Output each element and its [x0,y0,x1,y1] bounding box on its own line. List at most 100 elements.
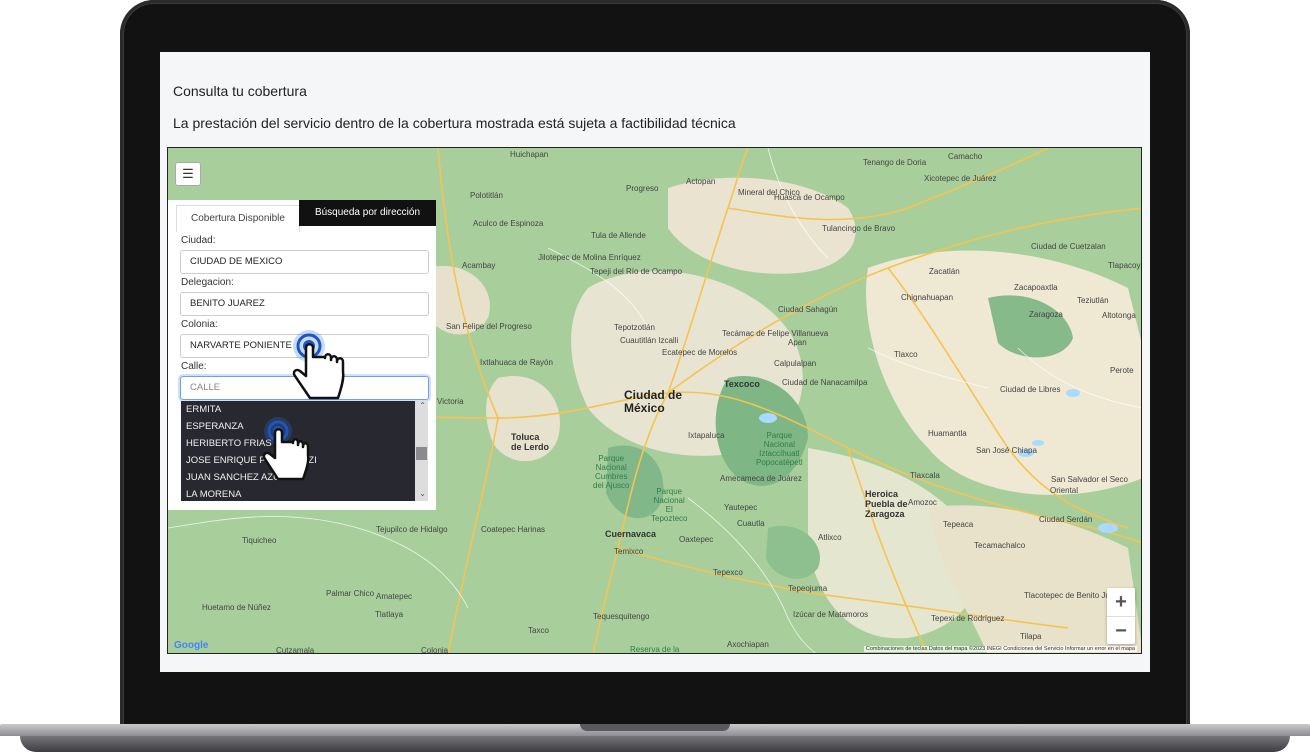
map-label: Tepeaca [943,520,974,529]
delegacion-field[interactable]: BENITO JUAREZ [180,292,429,316]
map-label-park-ajusco: Parque Nacional Cumbres del Ajusco [593,454,630,490]
coverage-map[interactable]: Huichapan Progreso Actopan Mineral del C… [167,147,1142,654]
map-label: San Salvador el Seco [1051,475,1128,484]
map-zoom-control: + − [1107,588,1135,644]
map-label-toluca: Toluca de Lerdo [511,432,550,452]
map-label: Ciudad de Libres [1000,385,1061,394]
ciudad-label: Ciudad: [181,235,216,246]
map-label: Tepeojuma [788,584,828,593]
map-label-park-tepozteco: Parque Nacional El Tepozteco [651,487,688,523]
map-label: Yautepec [724,503,758,512]
map-label-cdmx: Ciudad de México [624,388,683,415]
map-label: Amecameca de Juárez [720,474,802,483]
map-attribution[interactable]: Combinaciones de teclas Datos del mapa ©… [863,646,1137,652]
map-label: Ecatepec de Morelos [662,348,738,357]
map-label: Jilotepec de Molina Enríquez [538,253,641,262]
zoom-out-button[interactable]: − [1107,616,1135,645]
map-label: Amozoc [908,498,937,507]
google-logo: Google [174,640,209,651]
map-label: Zacatlán [929,267,960,276]
map-label: Huasca de Ocampo [774,193,845,202]
map-label: Teziutlán [1077,296,1109,305]
map-label: Xicotepec de Juárez [924,174,997,183]
map-label: Atlixco [818,533,842,542]
map-label: Tula de Allende [591,231,646,240]
zoom-in-button[interactable]: + [1107,588,1135,616]
map-label: Zacapoaxtla [1014,283,1058,292]
map-label: Cuernavaca [605,529,657,539]
map-label-park-izta: Parque Nacional Iztaccíhuatl Popocatépetl [756,431,803,467]
scroll-down-icon[interactable]: ⌄ [419,489,426,498]
map-label-puebla: Heroica Puebla de Zaragoza [865,489,908,519]
browser-screen: Consulta tu cobertura La prestación del … [160,52,1150,672]
touch-cursor-icon [292,330,345,400]
map-label: Tequesquitengo [593,612,650,621]
map-label: San Felipe del Progreso [446,322,532,331]
touch-cursor-icon [262,417,310,481]
map-label: Reserva de la [630,645,680,654]
map-label: Ixtlahuaca de Rayón [480,358,553,367]
map-label: Temixco [614,547,644,556]
map-label: Progreso [626,184,659,193]
map-label: Huamantla [928,429,967,438]
map-label: Ixtapaluca [688,431,725,440]
ciudad-field[interactable]: CIUDAD DE MEXICO [180,250,429,274]
calle-label: Calle: [181,361,207,372]
map-label: Ciudad de Cuetzalan [1031,242,1106,251]
scrollbar-thumb[interactable] [416,447,427,460]
map-label: Polotitlán [470,191,503,200]
map-label: Acambay [462,261,496,270]
map-label: Camacho [948,152,983,161]
map-label: Ciudad Sahagún [778,305,838,314]
map-label: Ciudad de Nanacamilpa [782,378,868,387]
map-label: Ciudad Serdán [1039,515,1093,524]
menu-toggle-button[interactable]: ☰ [175,162,201,186]
map-label: Chignahuapan [901,293,954,302]
map-label: Colonia [421,646,449,654]
laptop-notch [580,724,730,731]
map-label: Apan [788,338,807,347]
map-label: Tepotzotlán [614,323,655,332]
scroll-up-icon[interactable]: ⌃ [419,401,426,410]
map-label: Izúcar de Matamoros [793,610,869,619]
dropdown-scrollbar[interactable]: ⌃ ⌄ [415,401,428,501]
colonia-label: Colonia: [181,319,218,330]
delegacion-label: Delegacion: [181,277,234,288]
map-label: Tlapacoyan [1108,261,1141,270]
map-label: Tecamachalco [974,541,1026,550]
page-subtitle: La prestación del servicio dentro de la … [173,115,736,131]
map-label: Huichapan [510,150,549,159]
map-label: Tepexco [713,568,743,577]
tab-busqueda-por-direccion[interactable]: Búsqueda por dirección [299,200,436,226]
map-label: Oriental [1050,486,1079,495]
map-label: Tepexi de Rodríguez [931,614,1005,623]
map-label: Amatepec [376,592,413,601]
map-label: Coatepec Harinas [481,525,546,534]
suggestion-item[interactable]: LA MORENA [181,486,428,503]
map-label: Aculco de Espinoza [473,219,544,228]
map-label: Cutzamala [276,646,315,654]
map-label: Tepeji del Río de Ocampo [590,267,683,276]
laptop-base-bottom [20,736,1290,752]
map-label: Huetamo de Núñez [202,603,271,612]
map-label: Altotonga [1102,311,1136,320]
map-label: Victoria [437,397,464,406]
map-label: Zaragoza [1029,310,1063,319]
map-label: Tecámac de Felipe Villanueva [722,329,829,338]
map-label: Perote [1110,366,1134,375]
map-label: Actopan [686,177,716,186]
tab-cobertura-disponible[interactable]: Cobertura Disponible [176,205,300,232]
map-label: Taxco [528,626,549,635]
map-label: Calpulalpan [774,359,817,368]
map-label: Tlaxco [894,350,918,359]
page-title: Consulta tu cobertura [173,83,307,99]
laptop-base [0,724,1310,754]
map-label: Palmar Chico [326,589,375,598]
map-label: Oaxtepec [679,535,714,544]
map-label: Axochiapan [727,640,769,649]
map-label: Tenango de Doria [863,158,927,167]
map-label: Tejupilco de Hidalgo [376,525,448,534]
map-label: Tlaxcala [910,471,940,480]
map-label: Tiquicheo [242,536,277,545]
map-label: Tlatlaya [375,610,404,619]
